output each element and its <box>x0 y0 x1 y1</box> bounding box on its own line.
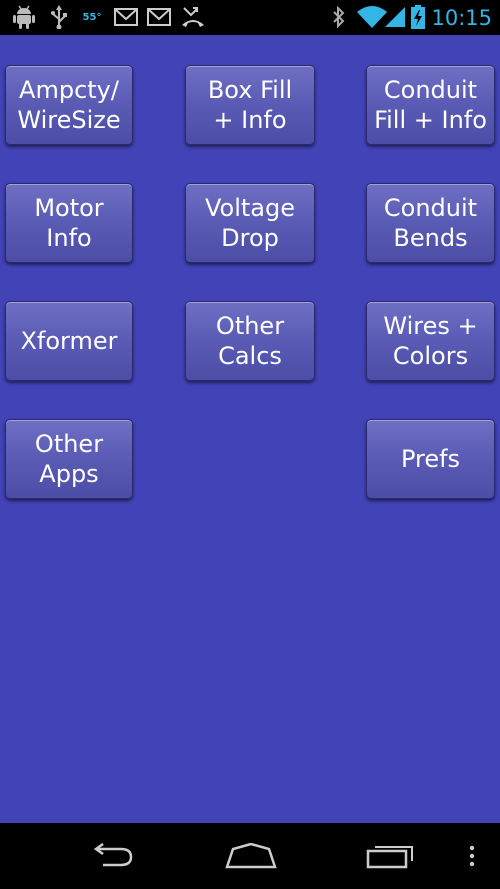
back-icon[interactable] <box>86 841 136 871</box>
navigation-bar <box>0 823 500 889</box>
temperature-icon: 55° <box>80 5 104 29</box>
recent-apps-icon[interactable] <box>365 841 417 871</box>
other-calcs-button[interactable]: Other Calcs <box>185 301 315 381</box>
menu-icon[interactable] <box>466 841 478 871</box>
battery-charging-icon <box>410 5 426 29</box>
usb-icon <box>49 5 69 29</box>
motor-info-button[interactable]: Motor Info <box>5 183 133 263</box>
status-bar: 55° 10:15 <box>0 0 500 35</box>
android-debug-icon <box>12 5 36 29</box>
xformer-button[interactable]: Xformer <box>5 301 133 381</box>
gmail-icon <box>113 5 139 29</box>
home-icon[interactable] <box>224 841 278 871</box>
ampacity-wiresize-button[interactable]: Ampcty/ WireSize <box>5 65 133 145</box>
missed-call-icon <box>180 5 206 29</box>
clock: 10:15 <box>431 6 492 30</box>
box-fill-button[interactable]: Box Fill + Info <box>185 65 315 145</box>
gmail-icon <box>146 5 172 29</box>
temperature-text: 55° <box>82 11 102 23</box>
signal-icon <box>383 5 407 29</box>
bluetooth-icon <box>330 5 348 29</box>
voltage-drop-button[interactable]: Voltage Drop <box>185 183 315 263</box>
conduit-fill-button[interactable]: Conduit Fill + Info <box>366 65 495 145</box>
app-screen: 55° 10:15 Ampcty/ WireSize Box Fill + In… <box>0 0 500 889</box>
wires-colors-button[interactable]: Wires + Colors <box>366 301 495 381</box>
other-apps-button[interactable]: Other Apps <box>5 419 133 499</box>
prefs-button[interactable]: Prefs <box>366 419 495 499</box>
conduit-bends-button[interactable]: Conduit Bends <box>366 183 495 263</box>
